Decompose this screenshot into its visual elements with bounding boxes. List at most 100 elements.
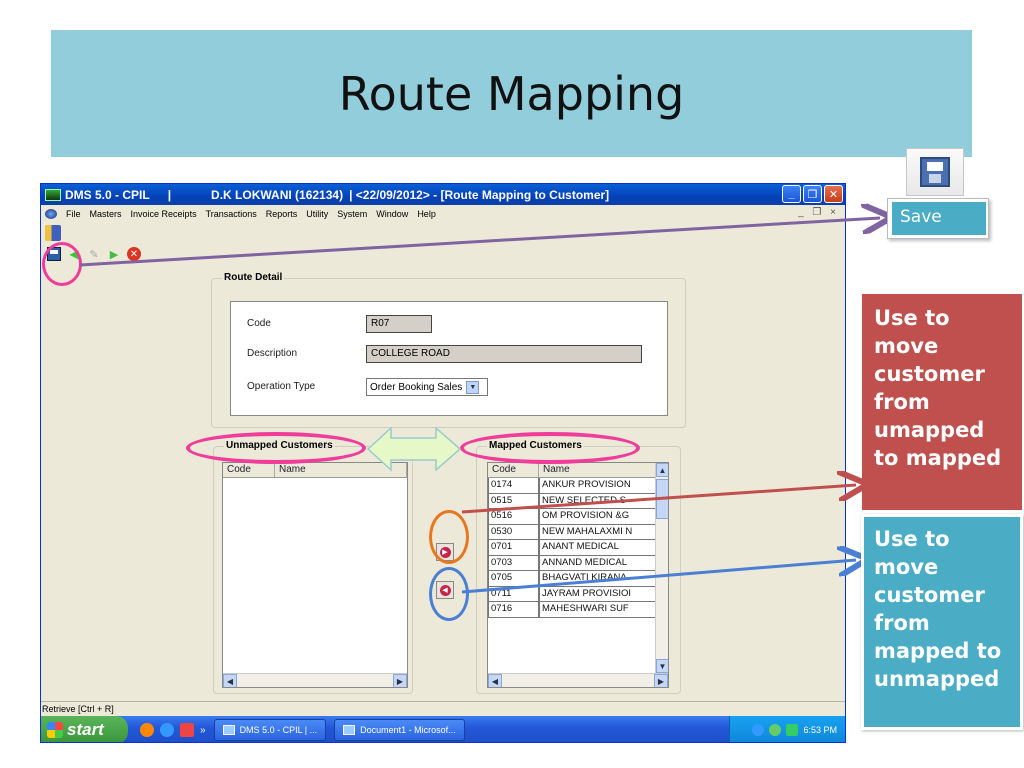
scroll-right-icon[interactable]: ▶ [654, 674, 668, 687]
table-row[interactable]: 0701 ANANT MEDICAL [488, 540, 668, 556]
scroll-left-icon[interactable]: ◀ [488, 674, 502, 687]
row-code: 0515 [488, 493, 539, 509]
row-name: MAHESHWARI SUF [539, 602, 657, 618]
chevron-down-icon[interactable]: ▼ [466, 380, 480, 394]
scroll-right-icon[interactable]: ▶ [393, 674, 407, 687]
save-callout-text: Save [892, 202, 986, 235]
unmapped-list-header: Code Name [223, 463, 407, 478]
mapped-rows: 0174 ANKUR PROVISION 0515 NEW SELECTED S 051… [488, 478, 668, 618]
forward-arrow-icon[interactable]: ▶ [107, 247, 121, 261]
start-label: start [67, 720, 104, 739]
unmapped-col-name[interactable]: Name [275, 463, 407, 477]
app-window: DMS 5.0 - CPIL | D.K LOKWANI (162134) | … [40, 183, 846, 743]
unmapped-col-code[interactable]: Code [223, 463, 275, 477]
quick-launch-chevron[interactable]: » [200, 725, 206, 736]
menu-window[interactable]: Window [376, 209, 408, 219]
operation-type-label: Operation Type [247, 381, 316, 392]
mdi-window-controls[interactable]: _ ❐ × [798, 207, 839, 218]
menu-bar: File Masters Invoice Receipts Transactio… [41, 205, 845, 223]
row-code: 0711 [488, 586, 539, 602]
status-bar: Retrieve [Ctrl + R] [41, 701, 845, 716]
windows-flag-icon [47, 722, 63, 738]
table-row[interactable]: 0530 NEW MAHALAXMI N [488, 524, 668, 540]
operation-type-select[interactable]: Order Booking Sales ▼ [366, 378, 488, 396]
slide: Route Mapping DMS 5.0 - CPIL | D.K LOKWA… [0, 0, 1024, 768]
start-button[interactable]: start [41, 716, 128, 742]
unmapped-highlight-ellipse [186, 432, 366, 464]
toolbar: ◀ ✎ ▶ ✕ [41, 243, 845, 265]
row-name: NEW SELECTED S [539, 493, 657, 509]
row-code: 0705 [488, 571, 539, 587]
table-row[interactable]: 0703 ANNAND MEDICAL [488, 555, 668, 571]
system-tray: 6:53 PM [729, 716, 845, 742]
operation-type-value: Order Booking Sales [370, 381, 463, 393]
window-title-app: DMS 5.0 - CPIL [65, 187, 150, 202]
menu-transactions[interactable]: Transactions [206, 209, 257, 219]
close-button[interactable]: ✕ [824, 185, 843, 203]
taskbar: start » DMS 5.0 - CPIL | ... Document1 -… [41, 716, 845, 742]
mapped-col-name[interactable]: Name [539, 463, 657, 477]
row-name: BHAGVATI KIRANA [539, 571, 657, 587]
window-titlebar[interactable]: DMS 5.0 - CPIL | D.K LOKWANI (162134) | … [41, 184, 845, 205]
menu-utility[interactable]: Utility [306, 209, 328, 219]
menu-masters[interactable]: Masters [90, 209, 122, 219]
table-row[interactable]: 0515 NEW SELECTED S [488, 493, 668, 509]
unmapped-customers-list[interactable]: Code Name ◀ ▶ [222, 462, 408, 688]
quick-launch: » [140, 723, 206, 737]
save-highlight-ellipse [42, 242, 82, 286]
task-document-label: Document1 - Microsof... [360, 725, 456, 735]
table-row[interactable]: 0716 MAHESHWARI SUF [488, 602, 668, 618]
row-name: JAYRAM PROVISIOI [539, 586, 657, 602]
menu-help[interactable]: Help [417, 209, 436, 219]
unmapped-customers-group: Unmapped Customers Code Name ◀ ▶ [213, 440, 413, 694]
table-row[interactable]: 0174 ANKUR PROVISION [488, 478, 668, 494]
edit-icon[interactable]: ✎ [87, 247, 101, 261]
row-name: ANKUR PROVISION [539, 478, 657, 494]
mapped-hscrollbar[interactable]: ◀ ▶ [488, 673, 668, 687]
cancel-icon[interactable]: ✕ [127, 247, 141, 261]
tray-icon-2[interactable] [769, 724, 782, 736]
mapped-vscrollbar[interactable]: ▲ ▼ [655, 463, 668, 673]
table-row[interactable]: 0711 JAYRAM PROVISIOI [488, 586, 668, 602]
toolbar-top [41, 223, 845, 243]
menu-file[interactable]: File [66, 209, 81, 219]
table-row[interactable]: 0516 OM PROVISION &G [488, 509, 668, 525]
save-icon-large [906, 148, 964, 196]
task-dms[interactable]: DMS 5.0 - CPIL | ... [213, 719, 327, 741]
move-to-unmapped-highlight [429, 567, 469, 621]
task-dms-label: DMS 5.0 - CPIL | ... [239, 725, 318, 735]
window-controls: _ ❐ ✕ [782, 185, 843, 203]
window-title-user: D.K LOKWANI (162134) [211, 187, 344, 202]
row-name: ANNAND MEDICAL [539, 555, 657, 571]
code-field[interactable]: R07 [366, 315, 432, 333]
move-to-unmapped-callout: Use to move customer from mapped to unma… [861, 514, 1023, 730]
save-callout: Save [887, 198, 989, 239]
maximize-button[interactable]: ❐ [803, 185, 822, 203]
mapped-col-code[interactable]: Code [488, 463, 539, 477]
menu-reports[interactable]: Reports [266, 209, 298, 219]
menu-system[interactable]: System [337, 209, 367, 219]
table-row[interactable]: 0705 BHAGVATI KIRANA [488, 571, 668, 587]
menu-logo-icon [45, 209, 57, 219]
tray-icon-1[interactable] [752, 724, 765, 736]
mapped-customers-group: Mapped Customers Code Name 0174 ANKUR PRO… [476, 440, 681, 694]
minimize-button[interactable]: _ [782, 185, 801, 203]
task-document[interactable]: Document1 - Microsof... [334, 719, 465, 741]
description-field[interactable]: COLLEGE ROAD [366, 345, 642, 363]
scroll-thumb[interactable] [656, 479, 668, 519]
firefox-icon[interactable] [140, 723, 154, 737]
menu-invoice-receipts[interactable]: Invoice Receipts [131, 209, 197, 219]
row-name: ANANT MEDICAL [539, 540, 657, 556]
door-exit-icon[interactable] [45, 225, 61, 241]
scroll-left-icon[interactable]: ◀ [223, 674, 237, 687]
ie-icon[interactable] [160, 723, 174, 737]
row-code: 0716 [488, 602, 539, 618]
scroll-up-icon[interactable]: ▲ [656, 463, 668, 477]
app-icon[interactable] [180, 723, 194, 737]
mapped-highlight-ellipse [460, 432, 640, 464]
unmapped-hscrollbar[interactable]: ◀ ▶ [223, 673, 407, 687]
tray-icon-3[interactable] [786, 724, 799, 736]
mapped-customers-list[interactable]: Code Name 0174 ANKUR PROVISION 0515 NEW SEL… [487, 462, 669, 688]
row-name: NEW MAHALAXMI N [539, 524, 657, 540]
scroll-down-icon[interactable]: ▼ [656, 659, 668, 673]
